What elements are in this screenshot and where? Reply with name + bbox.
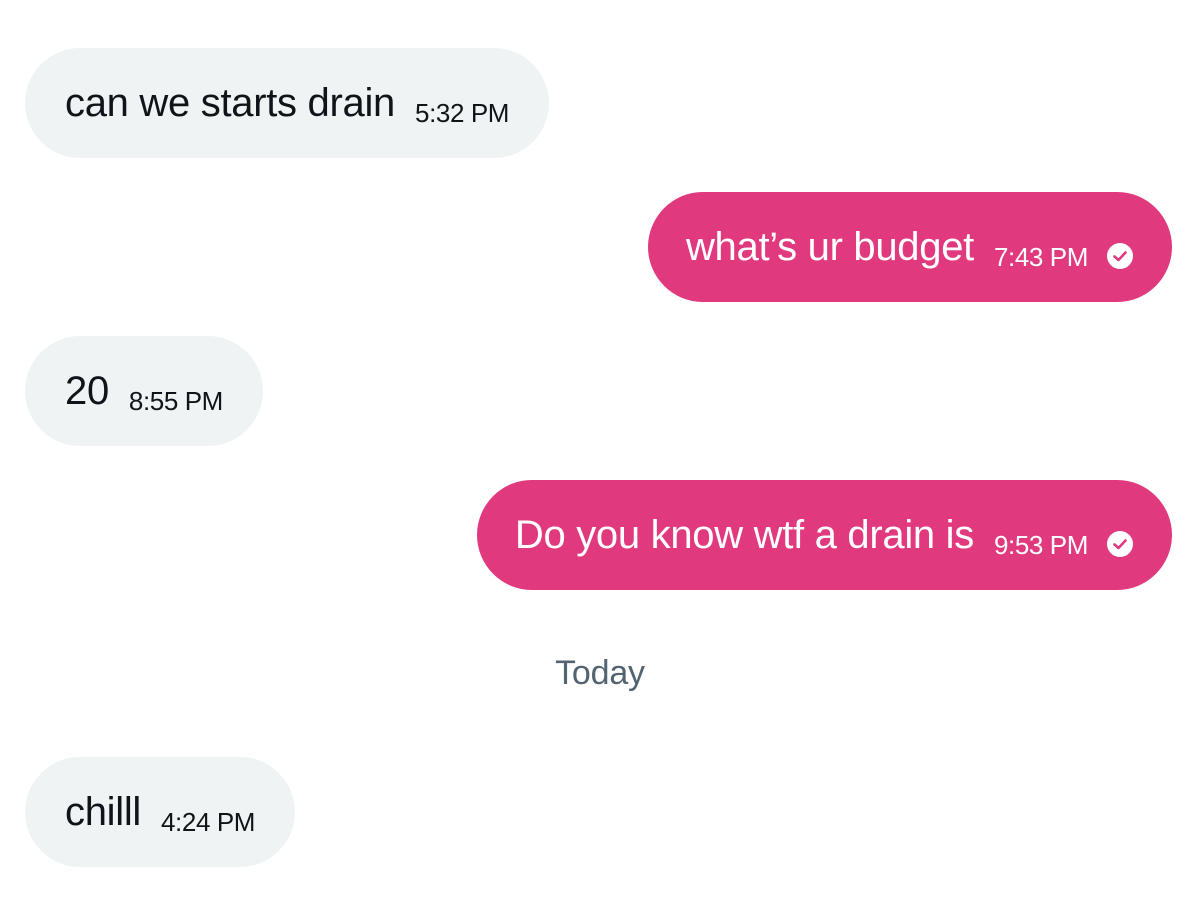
message-bubble-sent[interactable]: Do you know wtf a drain is 9:53 PM (476, 480, 1172, 590)
message-text: Do you know wtf a drain is (514, 513, 974, 557)
message-bubble-received[interactable]: 20 8:55 PM (25, 336, 263, 446)
message-bubble-received[interactable]: can we starts drain 5:32 PM (25, 48, 550, 158)
message-timestamp: 5:32 PM (415, 97, 510, 128)
message-text: what’s ur budget (685, 225, 974, 269)
check-circle-icon (1106, 530, 1134, 558)
message-timestamp: 9:53 PM (993, 529, 1088, 560)
message-bubble-sent[interactable]: what’s ur budget 7:43 PM (647, 192, 1172, 302)
message-text: chilll (65, 790, 141, 834)
message-text: can we starts drain (65, 81, 396, 125)
message-timestamp: 8:55 PM (128, 385, 223, 416)
check-circle-icon (1106, 242, 1134, 270)
day-divider-today: Today (555, 654, 645, 692)
message-bubble-received[interactable]: chilll 4:24 PM (25, 757, 296, 867)
message-timestamp: 7:43 PM (993, 241, 1088, 272)
message-text: 20 (65, 369, 109, 413)
message-timestamp: 4:24 PM (161, 806, 256, 837)
